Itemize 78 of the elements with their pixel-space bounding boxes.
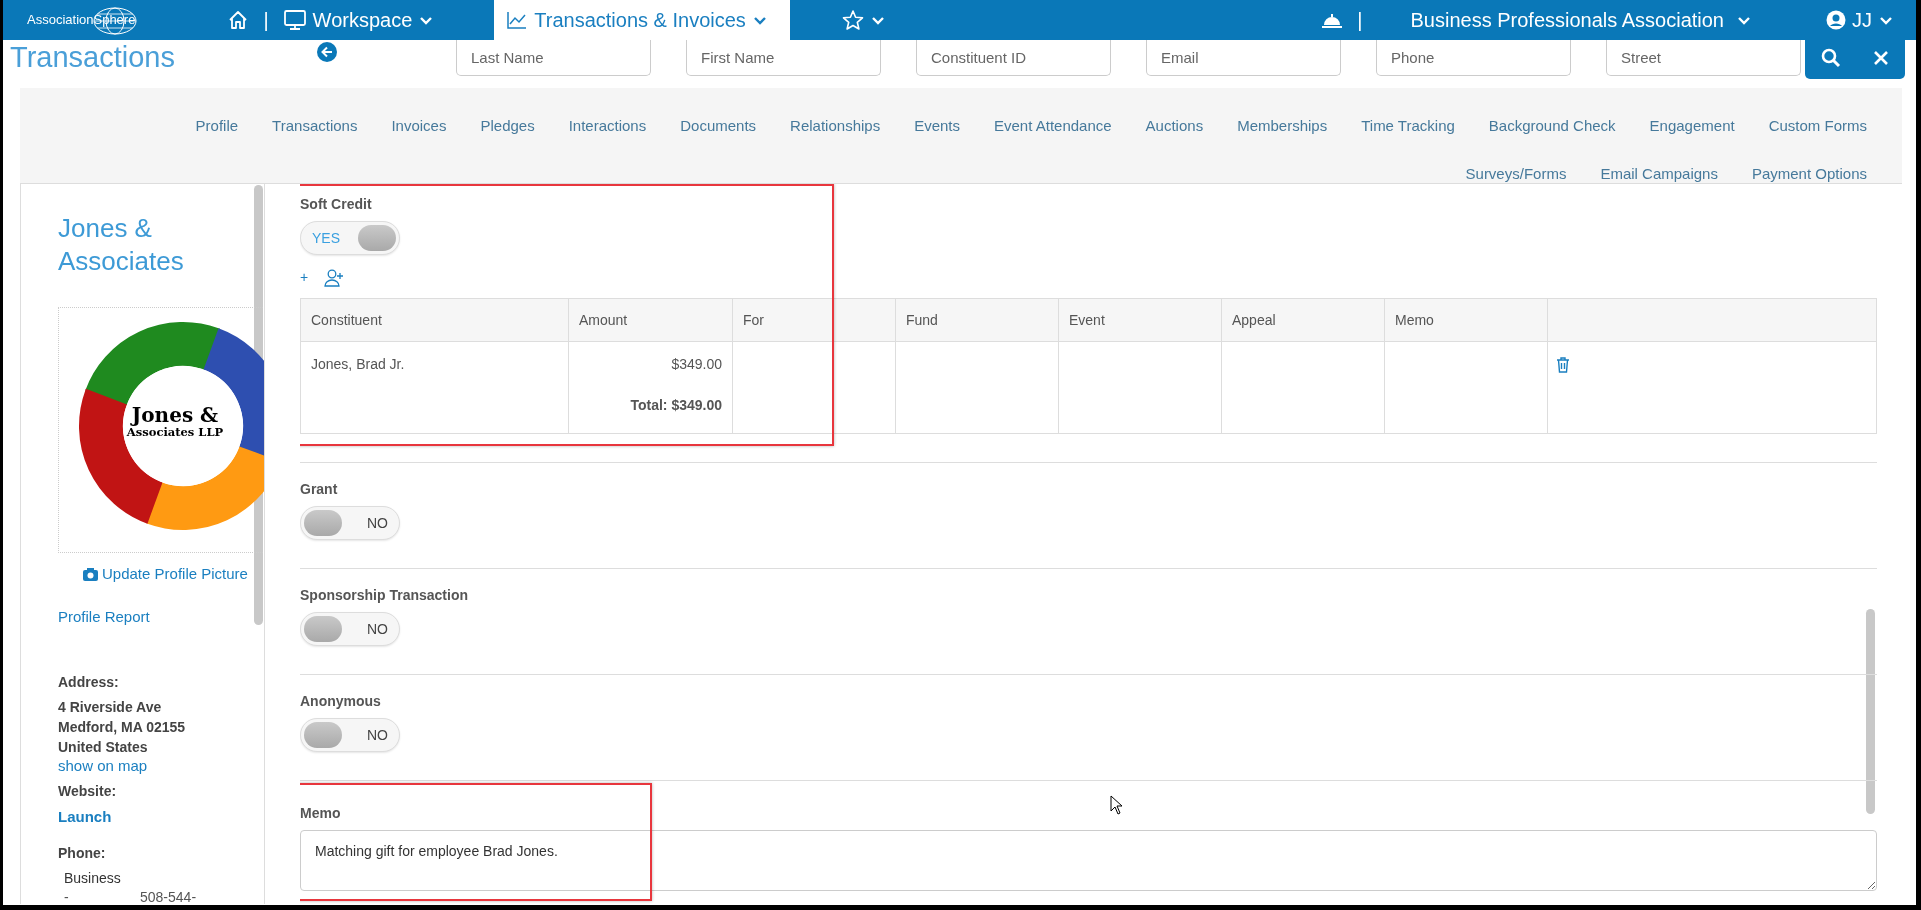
address-line: United States	[58, 738, 149, 757]
star-icon	[841, 9, 864, 31]
back-icon[interactable]	[317, 42, 337, 62]
profile-tab[interactable]: Payment Options	[1734, 162, 1884, 186]
column-header: Constituent	[300, 298, 569, 342]
profile-tab[interactable]: Transactions	[255, 114, 375, 138]
profile-tab[interactable]: Relationships	[773, 114, 898, 138]
search-icon[interactable]	[1821, 48, 1841, 68]
field-label: Memo	[300, 804, 341, 823]
column-header: Event	[1058, 298, 1222, 342]
search-field[interactable]: Street	[1606, 40, 1801, 76]
profile-logo: Jones & Associates LLP	[58, 307, 264, 553]
divider-text: |	[1356, 8, 1364, 33]
scrollbar[interactable]	[254, 185, 263, 625]
column-header: Amount	[568, 298, 733, 342]
add-person-icon[interactable]	[324, 268, 345, 287]
toggle-switch[interactable]: NO	[300, 612, 400, 646]
column-header: Memo	[1384, 298, 1548, 342]
trash-icon[interactable]	[1556, 357, 1570, 374]
profile-tab[interactable]: Memberships	[1220, 114, 1345, 138]
profile-tab[interactable]: Profile	[178, 114, 256, 138]
total-amount: Total: $349.00	[629, 396, 722, 415]
table-cell: Jones, Brad Jr.	[311, 356, 405, 372]
address-line: Medford, MA 02155	[58, 718, 187, 737]
field-label: Grant	[300, 480, 338, 499]
toggle-switch[interactable]: NO	[300, 718, 400, 752]
map-link[interactable]: show on map	[58, 757, 148, 775]
divider-text: |	[262, 8, 270, 33]
profile-tab[interactable]: Background Check	[1471, 114, 1633, 138]
field-label: Phone:	[58, 843, 107, 863]
profile-tab[interactable]: Surveys/Forms	[1448, 162, 1584, 186]
profile-tab[interactable]: Event Attendance	[977, 114, 1129, 138]
profile-tab[interactable]: Time Tracking	[1344, 114, 1472, 138]
add-link[interactable]: +	[300, 267, 309, 288]
profile-report-link[interactable]: Profile Report	[58, 605, 150, 628]
profile-tab[interactable]: Documents	[663, 114, 774, 138]
scrollbar[interactable]	[1866, 609, 1875, 814]
user-avatar-icon	[1826, 10, 1846, 30]
column-header: Appeal	[1221, 298, 1385, 342]
column-header: Fund	[895, 298, 1059, 342]
user-menu[interactable]: JJ	[1814, 0, 1906, 40]
field-label: Soft Credit	[300, 195, 372, 214]
profile-tab[interactable]: Engagement	[1632, 114, 1752, 138]
phone-dash: -	[64, 888, 70, 904]
camera-icon	[83, 567, 98, 581]
field-label: Anonymous	[300, 692, 381, 711]
profile-tab[interactable]: Interactions	[551, 114, 664, 138]
organization-menu[interactable]: Business Professionals Association	[1398, 0, 1764, 40]
toggle-switch[interactable]: YES	[300, 221, 400, 255]
search-field[interactable]: Last Name	[456, 40, 651, 76]
close-icon[interactable]	[1873, 50, 1889, 66]
profile-name: Jones & Associates	[58, 212, 185, 277]
search-field[interactable]: Phone	[1376, 40, 1571, 76]
toggle-switch[interactable]: NO	[300, 506, 400, 540]
memo-field[interactable]: Matching gift for employee Brad Jones.	[300, 830, 1877, 891]
profile-tab[interactable]: Pledges	[463, 114, 552, 138]
chart-icon	[506, 10, 529, 30]
field-label: Address:	[58, 673, 120, 692]
address-line: 4 Riverside Ave	[58, 698, 163, 717]
search-field[interactable]: Constituent ID	[916, 40, 1111, 76]
phone-type: Business	[64, 868, 122, 888]
monitor-icon	[282, 9, 307, 31]
profile-tab[interactable]: Custom Forms	[1751, 114, 1884, 138]
update-picture-link[interactable]: Update Profile Picture	[83, 563, 248, 586]
column-header: For	[732, 298, 896, 342]
field-label: Website:	[58, 782, 118, 801]
search-field[interactable]: Email	[1146, 40, 1341, 76]
website-link[interactable]: Launch	[58, 806, 112, 829]
profile-tab[interactable]: Events	[897, 114, 977, 138]
cursor-icon	[1110, 795, 1124, 815]
field-label: Sponsorship Transaction	[300, 586, 469, 605]
module-menu[interactable]: Transactions & Invoices	[494, 0, 790, 40]
profile-tab[interactable]: Email Campaigns	[1583, 162, 1735, 186]
profile-tab[interactable]: Invoices	[374, 114, 464, 138]
search-field[interactable]: First Name	[686, 40, 881, 76]
phone-number: 508-544-	[140, 888, 197, 904]
table-cell-text: $349.00	[670, 355, 722, 374]
profile-tab[interactable]: Auctions	[1128, 114, 1221, 138]
